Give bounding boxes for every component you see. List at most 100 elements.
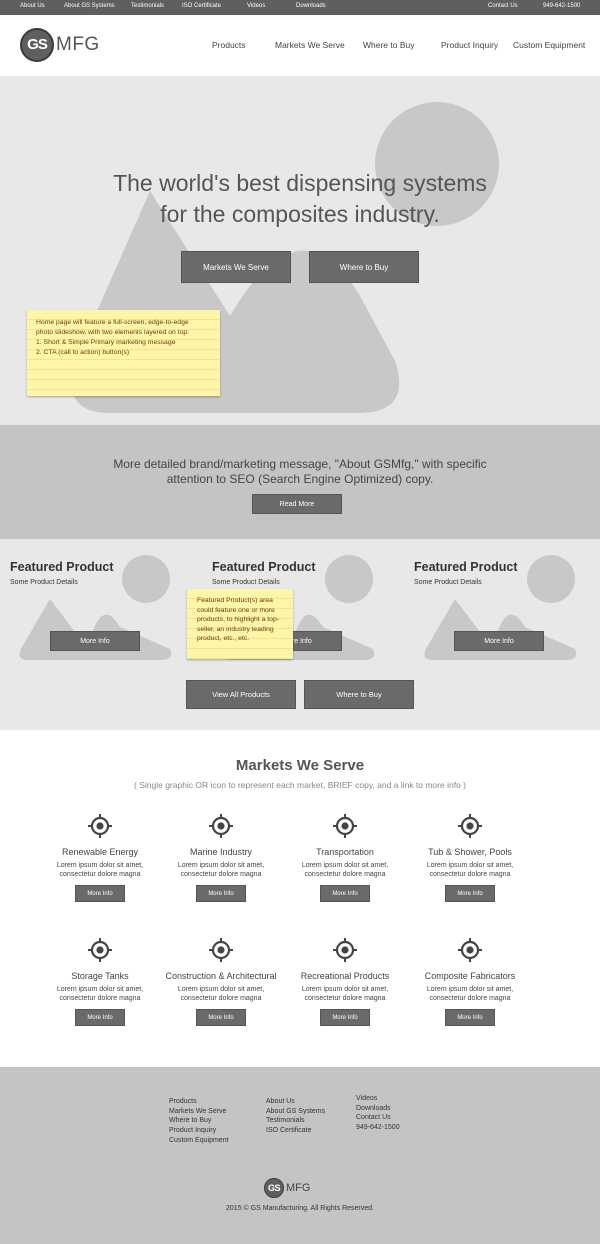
note-line: 2. CTA (call to action) button(s) (36, 349, 130, 356)
crosshair-icon (208, 937, 234, 968)
read-more-button[interactable]: Read More (252, 494, 342, 514)
crosshair-icon (87, 937, 113, 968)
market-description-line: consectetur dolore magna (180, 995, 262, 1002)
market-more-info-button[interactable]: More Info (320, 1009, 370, 1026)
topbar-link-testimonials[interactable]: Testimonials (131, 3, 164, 9)
where-to-buy-button[interactable]: Where to Buy (309, 251, 419, 283)
annotation-note-hero: Home page will feature a full-screen, ed… (27, 310, 220, 396)
market-card: Recreational Products Lorem ipsum dolor s… (275, 971, 415, 1003)
market-description-line: consectetur dolore magna (304, 995, 386, 1002)
view-all-products-button[interactable]: View All Products (186, 680, 296, 709)
market-description-line: consectetur dolore magna (304, 871, 386, 878)
annotation-note-featured: Featured Product(s) area could feature o… (187, 589, 293, 659)
footer-column-3: Videos Downloads Contact Us 949-642-1500 (356, 1094, 400, 1133)
markets-subtitle: ( Single graphic OR icon to represent ea… (134, 780, 466, 790)
featured-where-to-buy-button[interactable]: Where to Buy (304, 680, 414, 709)
market-card: Composite Fabricators Lorem ipsum dolor s… (400, 971, 540, 1003)
market-description-line: Lorem ipsum dolor sit amet, (301, 986, 389, 993)
market-more-info-button[interactable]: More Info (75, 1009, 125, 1026)
featured-product-title: Featured Product (212, 560, 316, 574)
featured-products-section: Featured Product Some Product Details Mo… (0, 539, 600, 730)
footer-link-iso-certificate[interactable]: ISO Certificate (266, 1126, 325, 1136)
footer-link-custom-equipment[interactable]: Custom Equipment (169, 1136, 229, 1146)
utility-bar: About Us About GS Systems Testimonials I… (0, 0, 600, 15)
market-name: Composite Fabricators (424, 971, 516, 981)
topbar-link-iso-certificate[interactable]: ISO Certificate (182, 3, 221, 9)
logo-mark: GS (20, 28, 54, 62)
note-line: Featured Product(s) area (197, 597, 273, 604)
footer-link-product-inquiry[interactable]: Product Inquiry (169, 1126, 229, 1136)
hero-headline: The world's best dispensing systems for … (60, 168, 540, 230)
brand-message: More detailed brand/marketing message, "… (80, 457, 520, 487)
featured-more-info-button[interactable]: More Info (454, 631, 544, 651)
market-description: Lorem ipsum dolor sit amet, consectetur d… (400, 861, 540, 879)
market-description-line: Lorem ipsum dolor sit amet, (426, 862, 514, 869)
nav-item-custom-equipment[interactable]: Custom Equipment (513, 40, 585, 50)
market-description-line: Lorem ipsum dolor sit amet, (56, 986, 144, 993)
market-description-line: Lorem ipsum dolor sit amet, (301, 862, 389, 869)
note-line: product, etc., etc. (197, 635, 250, 643)
markets-we-serve-button[interactable]: Markets We Serve (181, 251, 291, 283)
site-header: GS MFG Products Markets We Serve Where t… (0, 15, 600, 76)
market-description: Lorem ipsum dolor sit amet, consectetur d… (151, 861, 291, 879)
market-card: Tub & Shower, Pools Lorem ipsum dolor sit… (400, 847, 540, 879)
featured-more-info-button[interactable]: More Info (50, 631, 140, 651)
market-card: Transportation Lorem ipsum dolor sit amet… (275, 847, 415, 879)
nav-item-where-to-buy[interactable]: Where to Buy (363, 40, 415, 50)
topbar-link-videos[interactable]: Videos (247, 3, 265, 9)
note-line: products, to highlight a top- (197, 616, 279, 624)
featured-product-title: Featured Product (10, 560, 114, 574)
brand-message-section: More detailed brand/marketing message, "… (0, 425, 600, 539)
crosshair-icon (208, 813, 234, 844)
footer-phone[interactable]: 949-642-1500 (356, 1123, 400, 1133)
topbar-phone[interactable]: 949-642-1500 (543, 3, 580, 9)
market-more-info-button[interactable]: More Info (75, 885, 125, 902)
nav-item-product-inquiry[interactable]: Product Inquiry (441, 40, 498, 50)
note-line: seller, an industry leading (197, 625, 274, 633)
market-description-line: Lorem ipsum dolor sit amet, (426, 986, 514, 993)
markets-title: Markets We Serve (235, 757, 365, 774)
market-description-line: consectetur dolore magna (180, 871, 262, 878)
nav-item-markets-we-serve[interactable]: Markets We Serve (275, 40, 345, 50)
footer-link-markets-we-serve[interactable]: Markets We Serve (169, 1107, 229, 1117)
market-more-info-button[interactable]: More Info (196, 885, 246, 902)
market-card: Renewable Energy Lorem ipsum dolor sit am… (30, 847, 170, 879)
market-card: Storage Tanks Lorem ipsum dolor sit amet,… (30, 971, 170, 1003)
topbar-link-contact-us[interactable]: Contact Us (488, 3, 518, 9)
market-name: Transportation (316, 847, 374, 857)
footer-link-products[interactable]: Products (169, 1097, 229, 1107)
topbar-link-downloads[interactable]: Downloads (296, 3, 326, 9)
market-more-info-button[interactable]: More Info (196, 1009, 246, 1026)
crosshair-icon (87, 813, 113, 844)
market-name: Recreational Products (300, 971, 390, 981)
market-description-line: consectetur dolore magna (429, 995, 511, 1002)
market-description-line: consectetur dolore magna (59, 871, 141, 878)
market-description: Lorem ipsum dolor sit amet, consectetur d… (30, 985, 170, 1003)
market-more-info-button[interactable]: More Info (320, 885, 370, 902)
footer-link-about-us[interactable]: About Us (266, 1097, 325, 1107)
topbar-link-about-gs-systems[interactable]: About GS Systems (64, 3, 115, 9)
market-more-info-button[interactable]: More Info (445, 885, 495, 902)
footer-link-contact-us[interactable]: Contact Us (356, 1113, 400, 1123)
footer-link-testimonials[interactable]: Testimonials (266, 1116, 325, 1126)
nav-item-products[interactable]: Products (212, 40, 246, 50)
logo-text: MFG (56, 34, 100, 55)
footer-link-about-gs-systems[interactable]: About GS Systems (266, 1107, 325, 1117)
market-description-line: Lorem ipsum dolor sit amet, (56, 862, 144, 869)
market-description: Lorem ipsum dolor sit amet, consectetur d… (30, 861, 170, 879)
hero-headline-line-2: for the composites industry. (160, 201, 440, 227)
note-line: photo slideshow, with two elements layer… (36, 329, 190, 336)
footer-column-1: Products Markets We Serve Where to Buy P… (169, 1097, 229, 1146)
brand-message-line-1: More detailed brand/marketing message, "… (113, 457, 487, 471)
market-description-line: consectetur dolore magna (59, 995, 141, 1002)
market-more-info-button[interactable]: More Info (445, 1009, 495, 1026)
copyright: 2015 © GS Manufacturing. All Rights Rese… (226, 1205, 374, 1212)
featured-product-details: Some Product Details (212, 579, 280, 586)
footer-link-where-to-buy[interactable]: Where to Buy (169, 1116, 229, 1126)
footer-link-downloads[interactable]: Downloads (356, 1104, 400, 1114)
footer-link-videos[interactable]: Videos (356, 1094, 400, 1104)
market-description: Lorem ipsum dolor sit amet, consectetur d… (275, 861, 415, 879)
topbar-link-about-us[interactable]: About Us (20, 3, 45, 9)
note-line: could feature one or more (197, 606, 275, 614)
hero-headline-line-1: The world's best dispensing systems (113, 170, 487, 196)
